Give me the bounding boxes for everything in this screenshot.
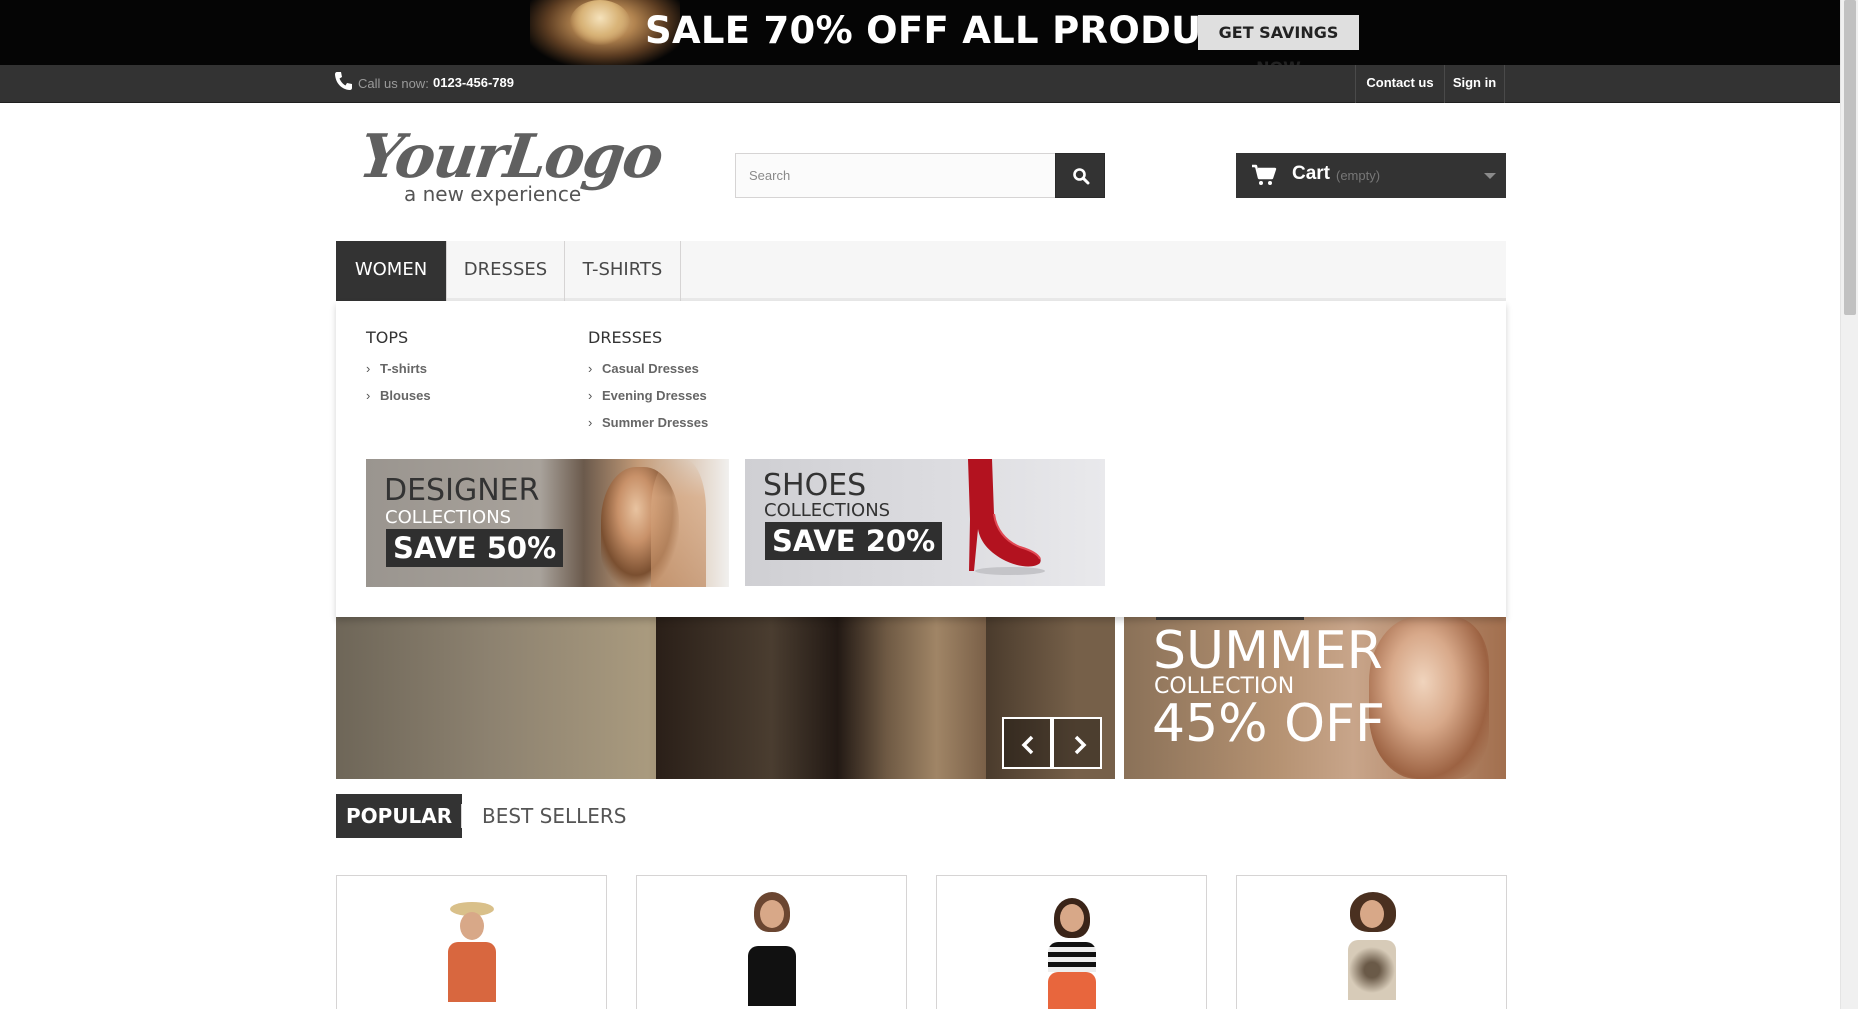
chevron-left-icon bbox=[1021, 735, 1034, 755]
cart-status: (empty) bbox=[1336, 168, 1381, 183]
phone-number: 0123-456-789 bbox=[433, 75, 514, 90]
call-us-label: Call us now: bbox=[358, 76, 429, 91]
page-scrollbar[interactable] bbox=[1840, 0, 1858, 1009]
promo-discount: SAVE 20% bbox=[765, 522, 943, 560]
homepage-slider[interactable] bbox=[336, 617, 1115, 779]
banner-divider bbox=[1156, 617, 1304, 620]
menu-item-label: Blouses bbox=[380, 388, 431, 403]
tab-divider bbox=[461, 804, 462, 828]
product-card[interactable] bbox=[336, 875, 607, 1009]
product-image bbox=[442, 900, 502, 1009]
menu-item-casual-dresses[interactable]: › Casual Dresses bbox=[588, 361, 699, 376]
chevron-right-icon: › bbox=[588, 415, 593, 430]
shoes-collection-banner[interactable]: SHOES COLLECTIONS SAVE 20% bbox=[745, 459, 1105, 586]
slider-next-button[interactable] bbox=[1052, 717, 1102, 769]
contact-us-link[interactable]: Contact us bbox=[1355, 65, 1444, 103]
logo-tagline: a new experience bbox=[404, 182, 582, 206]
menu-item-label: T-shirts bbox=[380, 361, 427, 376]
model-arm-image bbox=[651, 459, 706, 587]
nav-tab-dresses[interactable]: DRESSES bbox=[447, 241, 565, 301]
summer-title: SUMMER bbox=[1153, 621, 1383, 681]
promo-banner[interactable]: SALE 70% OFF ALL PRODUCTS GET SAVINGS NO… bbox=[0, 0, 1840, 65]
promo-heading: SHOES bbox=[763, 468, 867, 503]
sign-in-link[interactable]: Sign in bbox=[1444, 65, 1505, 103]
top-bar: Call us now: 0123-456-789 Contact us Sig… bbox=[0, 65, 1840, 103]
menu-item-tshirts[interactable]: › T-shirts bbox=[366, 361, 427, 376]
discount-text: 45% OFF bbox=[1152, 694, 1385, 754]
red-shoe-image bbox=[968, 459, 1045, 575]
product-image bbox=[1342, 890, 1402, 1009]
menu-heading-tops[interactable]: TOPS bbox=[366, 328, 408, 347]
menu-item-label: Summer Dresses bbox=[602, 415, 709, 430]
menu-item-label: Casual Dresses bbox=[602, 361, 699, 376]
search-input[interactable] bbox=[736, 154, 1055, 197]
search-button[interactable] bbox=[1055, 153, 1105, 198]
phone-icon bbox=[334, 71, 352, 91]
women-dropdown-menu: TOPS › T-shirts › Blouses DRESSES › Casual … bbox=[336, 301, 1506, 617]
slide-image bbox=[656, 617, 986, 779]
designer-collection-banner[interactable]: DESIGNER COLLECTIONS SAVE 50% bbox=[366, 459, 729, 587]
tab-best-sellers[interactable]: BEST SELLERS bbox=[472, 794, 636, 838]
chevron-right-icon: › bbox=[588, 388, 593, 403]
product-card[interactable] bbox=[1236, 875, 1507, 1009]
product-image bbox=[742, 886, 802, 1009]
promo-heading: DESIGNER bbox=[384, 473, 540, 508]
chevron-right-icon: › bbox=[366, 361, 371, 376]
menu-item-label: Evening Dresses bbox=[602, 388, 707, 403]
promo-discount: SAVE 50% bbox=[386, 529, 564, 567]
nav-tab-tshirts[interactable]: T-SHIRTS bbox=[565, 241, 681, 301]
chevron-right-icon: › bbox=[588, 361, 593, 376]
menu-item-blouses[interactable]: › Blouses bbox=[366, 388, 431, 403]
chevron-right-icon bbox=[1074, 735, 1087, 755]
menu-item-summer-dresses[interactable]: › Summer Dresses bbox=[588, 415, 708, 430]
cart-icon bbox=[1251, 164, 1277, 186]
promo-subheading: COLLECTIONS bbox=[385, 507, 512, 528]
site-logo[interactable]: YourLogo a new experience bbox=[355, 122, 666, 212]
slider-prev-button[interactable] bbox=[1002, 717, 1052, 769]
chevron-right-icon: › bbox=[366, 388, 371, 403]
main-nav: WOMEN DRESSES T-SHIRTS bbox=[336, 241, 1506, 301]
menu-heading-dresses[interactable]: DRESSES bbox=[588, 328, 662, 347]
cart-label: Cart bbox=[1292, 163, 1331, 184]
caret-down-icon bbox=[1484, 173, 1496, 179]
product-card[interactable] bbox=[936, 875, 1207, 1009]
get-savings-button[interactable]: GET SAVINGS NOW bbox=[1198, 15, 1359, 65]
promo-subheading: COLLECTIONS bbox=[764, 500, 891, 521]
product-card[interactable] bbox=[636, 875, 907, 1009]
tab-popular[interactable]: POPULAR bbox=[336, 794, 463, 838]
product-image bbox=[1042, 896, 1102, 1009]
scrollbar-thumb[interactable] bbox=[1844, 0, 1856, 315]
search-icon bbox=[1073, 168, 1090, 185]
menu-item-evening-dresses[interactable]: › Evening Dresses bbox=[588, 388, 707, 403]
nav-tab-women[interactable]: WOMEN bbox=[336, 241, 447, 301]
banner-title: SALE 70% OFF ALL PRODUCTS bbox=[645, 9, 1282, 52]
cart-button[interactable]: Cart (empty) bbox=[1236, 153, 1506, 198]
search-box bbox=[735, 153, 1056, 198]
summer-collection-banner[interactable]: SUMMER COLLECTION 45% OFF bbox=[1124, 617, 1506, 779]
model-image bbox=[1369, 617, 1489, 779]
